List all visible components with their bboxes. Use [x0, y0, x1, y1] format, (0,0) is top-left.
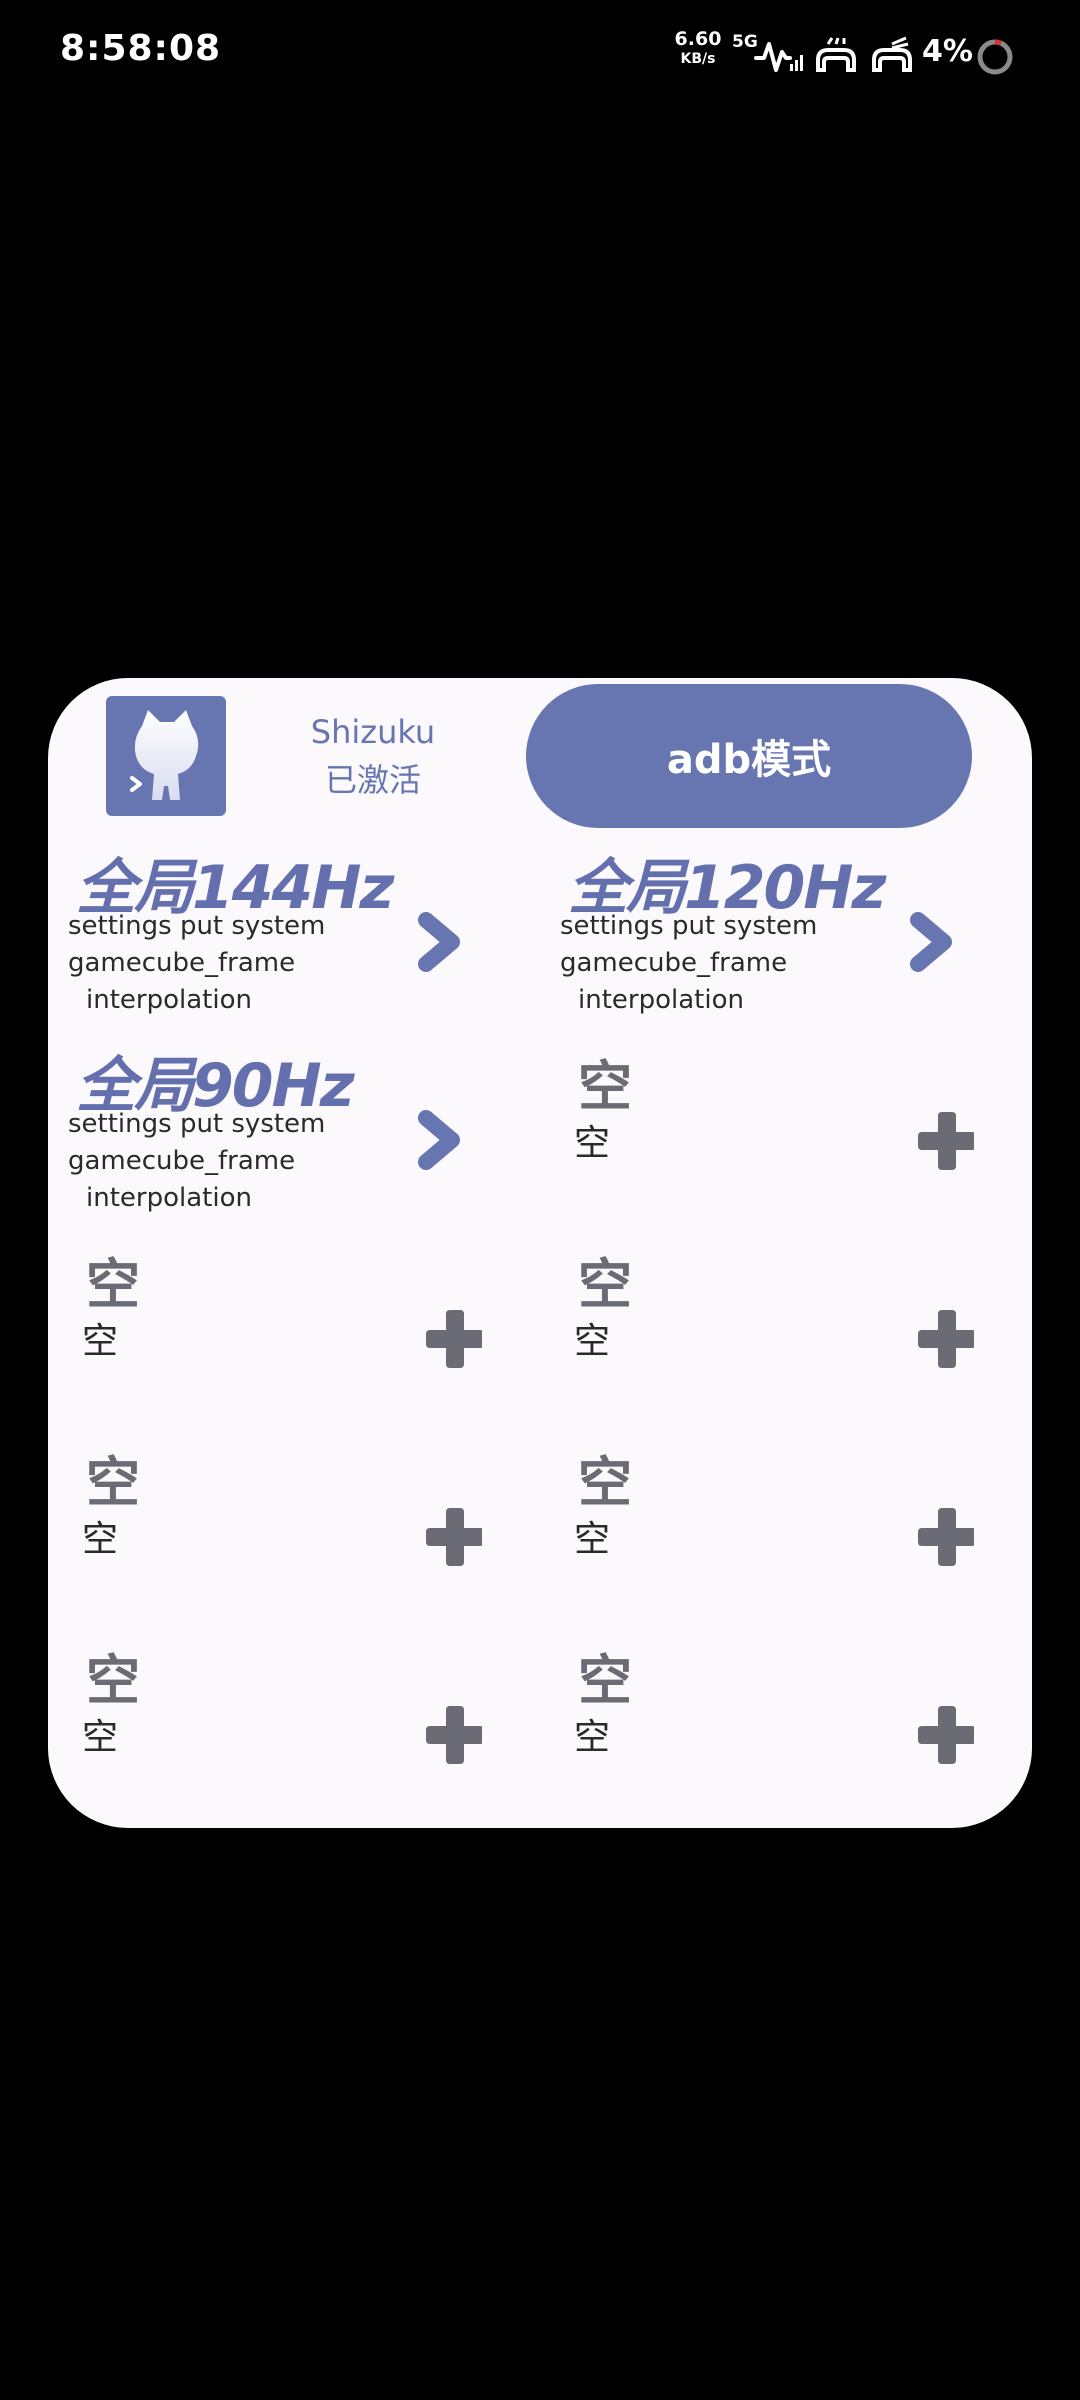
tile-command: settings put system gamecube_frame inter… — [68, 1106, 368, 1216]
tile-empty[interactable]: 空 空 — [62, 1442, 482, 1612]
chevron-right-icon[interactable] — [414, 1108, 464, 1172]
tile-command-line: gamecube_frame — [560, 948, 788, 978]
tile-empty[interactable]: 空 空 — [554, 1442, 974, 1612]
tile-command-line: gamecube_frame — [68, 1146, 296, 1176]
tile-command: settings put system gamecube_frame inter… — [560, 908, 860, 1018]
tile-subtitle: 空 — [82, 1321, 119, 1362]
tile-title: 空 — [86, 1253, 140, 1316]
tile-empty[interactable]: 空 空 — [62, 1244, 482, 1414]
shizuku-status: Shizuku 已激活 — [288, 708, 458, 804]
hd-call-icon-2 — [872, 36, 912, 72]
tile-empty[interactable]: 空 空 — [62, 1640, 482, 1810]
plus-icon[interactable] — [916, 1704, 974, 1766]
tile-empty[interactable]: 空 空 — [554, 1244, 974, 1414]
tile-command-line: settings put system — [560, 911, 818, 941]
plus-icon[interactable] — [916, 1308, 974, 1370]
tile-title: 空 — [86, 1649, 140, 1712]
network-speed: 6.60 KB/s — [672, 28, 724, 67]
tile-subtitle: 空 — [574, 1123, 611, 1164]
tile-command-line: gamecube_frame — [68, 948, 296, 978]
tile-command-line: interpolation — [86, 1183, 252, 1213]
tile-144hz[interactable]: 全局144Hz settings put system gamecube_fra… — [62, 848, 482, 1018]
tile-command-line: interpolation — [86, 985, 252, 1015]
plus-icon[interactable] — [424, 1308, 482, 1370]
chevron-right-icon[interactable] — [414, 910, 464, 974]
tile-title: 空 — [578, 1649, 632, 1712]
tile-subtitle: 空 — [82, 1519, 119, 1560]
status-bar: 8:58:08 6.60 KB/s 5G 4% — [0, 0, 1080, 110]
shizuku-cat-icon[interactable] — [106, 696, 226, 816]
tile-subtitle: 空 — [574, 1321, 611, 1362]
tile-subtitle: 空 — [82, 1717, 119, 1758]
cat-icon — [130, 710, 199, 800]
adb-mode-button[interactable]: adb模式 — [526, 684, 972, 828]
tile-title: 空 — [578, 1451, 632, 1514]
shizuku-active-status: 已激活 — [324, 761, 421, 799]
battery-level: 4% — [922, 34, 973, 69]
tile-90hz[interactable]: 全局90Hz settings put system gamecube_fram… — [62, 1046, 482, 1216]
tile-empty[interactable]: 空 空 — [554, 1640, 974, 1810]
signal-strength-icon — [754, 42, 803, 72]
shizuku-name: Shizuku — [310, 713, 436, 751]
tile-subtitle: 空 — [574, 1519, 611, 1560]
chevron-right-icon[interactable] — [906, 910, 956, 974]
tile-title: 空 — [578, 1055, 632, 1118]
plus-icon[interactable] — [916, 1506, 974, 1568]
tile-title: 空 — [578, 1253, 632, 1316]
tile-subtitle: 空 — [574, 1717, 611, 1758]
plus-icon[interactable] — [916, 1110, 974, 1172]
tile-command-line: settings put system — [68, 911, 326, 941]
tile-command-line: interpolation — [578, 985, 744, 1015]
network-speed-unit: KB/s — [680, 51, 716, 67]
quick-panel: Shizuku 已激活 adb模式 全局144Hz settings put s… — [48, 678, 1032, 1828]
battery-ring-icon — [977, 39, 1013, 75]
plus-icon[interactable] — [424, 1506, 482, 1568]
tile-empty[interactable]: 空 空 — [554, 1046, 974, 1216]
tile-title: 空 — [86, 1451, 140, 1514]
network-speed-value: 6.60 — [674, 28, 722, 50]
tile-120hz[interactable]: 全局120Hz settings put system gamecube_fra… — [554, 848, 974, 1018]
tile-command-line: settings put system — [68, 1109, 326, 1139]
plus-icon[interactable] — [424, 1704, 482, 1766]
hd-call-icon — [816, 37, 856, 72]
clock: 8:58:08 — [60, 28, 222, 69]
tile-command: settings put system gamecube_frame inter… — [68, 908, 368, 1018]
